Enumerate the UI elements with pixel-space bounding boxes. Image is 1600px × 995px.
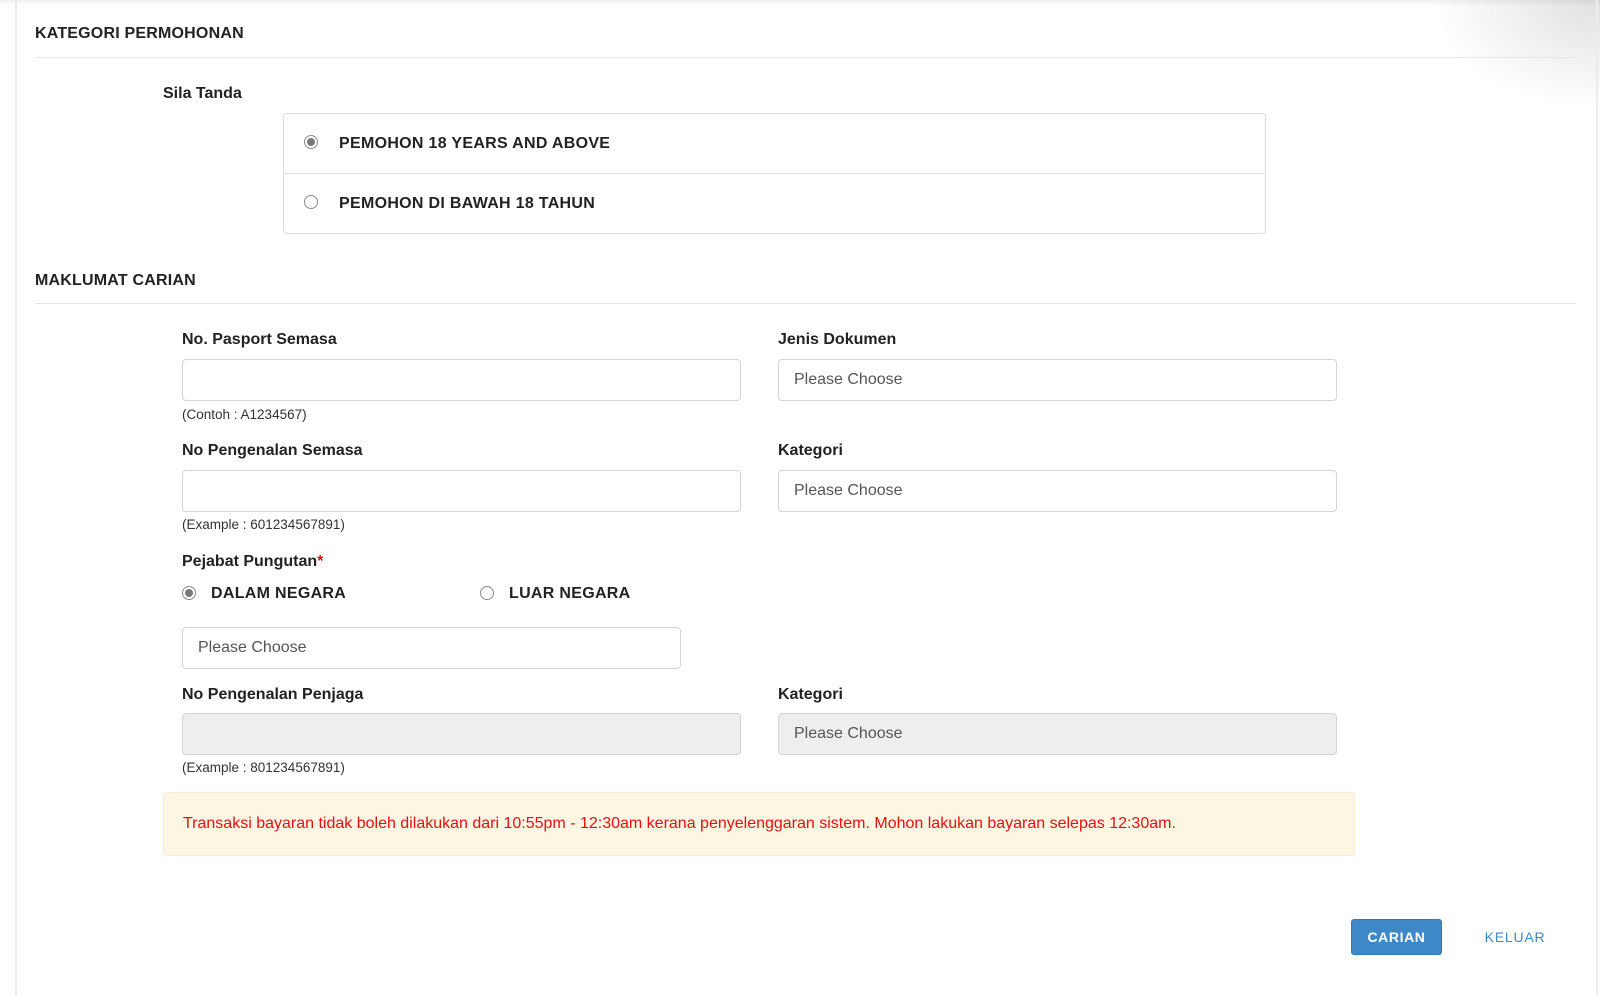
- collection-office-label: Pejabat Pungutan*: [182, 553, 323, 571]
- guardian-category-select: Please Choose: [778, 713, 1337, 755]
- radio-button-unchecked[interactable]: [480, 585, 494, 600]
- collection-office-label-text: Pejabat Pungutan: [182, 553, 318, 570]
- collection-office-select-value: Please Choose: [198, 639, 307, 656]
- required-asterisk: *: [317, 553, 324, 570]
- id-number-input[interactable]: [182, 470, 741, 512]
- radio-label[interactable]: DALAM NEGARA: [211, 585, 346, 603]
- section-title-maklumat-carian: MAKLUMAT CARIAN: [35, 272, 196, 289]
- document-type-label: Jenis Dokumen: [778, 331, 897, 348]
- guardian-category-label: Kategori: [778, 686, 843, 703]
- guardian-category-select-value: Please Choose: [794, 725, 903, 742]
- passport-hint: (Contoh : A1234567): [182, 407, 307, 422]
- radio-button-unchecked[interactable]: [304, 195, 318, 209]
- passport-label: No. Pasport Semasa: [182, 331, 337, 348]
- category-label: Kategori: [778, 442, 843, 459]
- radio-button-checked[interactable]: [182, 585, 196, 600]
- guardian-id-label: No Pengenalan Penjaga: [182, 686, 364, 703]
- radio-option-below-18[interactable]: PEMOHON DI BAWAH 18 TAHUN: [284, 174, 1265, 234]
- sila-tanda-label: Sila Tanda: [163, 85, 242, 102]
- section-divider: [35, 303, 1576, 304]
- radio-option-18-and-above[interactable]: PEMOHON 18 YEARS AND ABOVE: [284, 114, 1265, 174]
- section-divider: [35, 57, 1576, 58]
- category-select-value: Please Choose: [794, 482, 903, 499]
- applicant-category-radio-group: PEMOHON 18 YEARS AND ABOVE PEMOHON DI BA…: [283, 113, 1266, 234]
- passport-input[interactable]: [182, 359, 741, 401]
- guardian-id-hint: (Example : 801234567891): [182, 760, 345, 775]
- section-title-kategori-permohonan: KATEGORI PERMOHONAN: [35, 25, 244, 42]
- maintenance-notice: Transaksi bayaran tidak boleh dilakukan …: [163, 792, 1355, 856]
- exit-button[interactable]: KELUAR: [1470, 919, 1560, 955]
- page-left-border: [15, 0, 17, 995]
- id-number-hint: (Example : 601234567891): [182, 517, 345, 532]
- document-type-select-value: Please Choose: [794, 371, 903, 388]
- radio-button-checked[interactable]: [304, 134, 318, 149]
- radio-label[interactable]: PEMOHON 18 YEARS AND ABOVE: [339, 135, 610, 153]
- category-select[interactable]: Please Choose: [778, 470, 1337, 512]
- radio-option-luar-negara[interactable]: LUAR NEGARA: [480, 585, 631, 603]
- id-number-label: No Pengenalan Semasa: [182, 442, 363, 459]
- guardian-id-input: [182, 713, 741, 755]
- radio-label[interactable]: PEMOHON DI BAWAH 18 TAHUN: [339, 195, 595, 213]
- top-shadow: [0, 0, 1600, 6]
- page-right-border: [1596, 0, 1598, 995]
- corner-shadow: [1430, 0, 1600, 110]
- radio-option-dalam-negara[interactable]: DALAM NEGARA: [182, 585, 346, 603]
- radio-label[interactable]: LUAR NEGARA: [509, 585, 631, 603]
- document-type-select[interactable]: Please Choose: [778, 359, 1337, 401]
- search-button[interactable]: CARIAN: [1351, 919, 1442, 955]
- maintenance-notice-text: Transaksi bayaran tidak boleh dilakukan …: [183, 815, 1176, 832]
- collection-office-select[interactable]: Please Choose: [182, 627, 681, 669]
